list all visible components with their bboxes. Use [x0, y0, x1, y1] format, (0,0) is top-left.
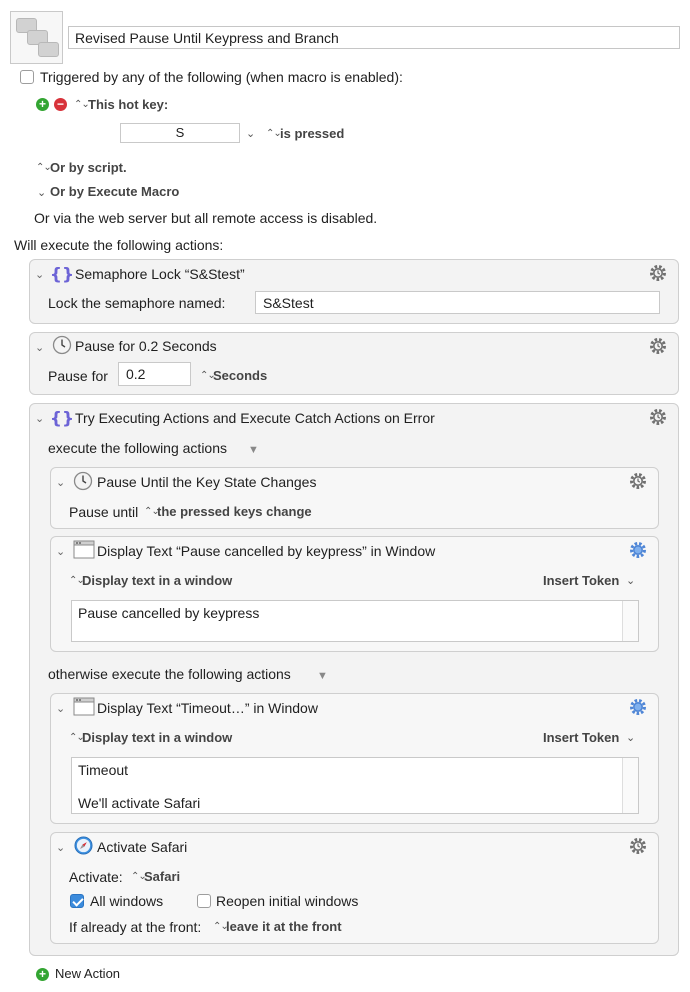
clock-icon [73, 471, 93, 491]
macro-icon[interactable] [10, 11, 63, 64]
collapse-chevron-icon[interactable]: ⌄ [35, 341, 44, 354]
actions-header: Will execute the following actions: [14, 237, 224, 253]
semaphore-name-input[interactable]: S&Stest [255, 291, 660, 314]
insert-token-button[interactable]: Insert Token [543, 573, 619, 588]
svg-text:{}: {} [52, 409, 72, 428]
display-timeout-title: Display Text “Timeout…” in Window [97, 700, 318, 716]
new-action-plus-icon[interactable]: + [36, 968, 49, 981]
gear-icon[interactable] [628, 471, 648, 491]
add-trigger-button[interactable]: + [36, 98, 49, 111]
pause-action-title: Pause for 0.2 Seconds [75, 338, 217, 354]
gear-icon[interactable] [628, 697, 648, 717]
gear-icon[interactable] [628, 540, 648, 560]
clock-icon [52, 335, 72, 355]
display-mode-select[interactable]: Display text in a window [82, 573, 232, 588]
macro-icon-square [38, 42, 59, 57]
triggers-enabled-checkbox[interactable] [20, 70, 34, 84]
remove-trigger-button[interactable]: − [54, 98, 67, 111]
triggers-header: Triggered by any of the following (when … [40, 69, 403, 85]
trigger-type-updown-icon[interactable]: ⌃⌄ [74, 99, 90, 110]
display-text-timeout-action[interactable]: ⌄ Display Text “Timeout…” in Window ⌃⌄ D… [50, 693, 659, 824]
pause-until-condition-select[interactable]: the pressed keys change [157, 504, 312, 519]
insert-token-chevron-icon[interactable]: ⌄ [626, 731, 635, 744]
gear-icon[interactable] [648, 263, 668, 283]
activate-app-select[interactable]: Safari [144, 869, 180, 884]
display-text-cancelled-action[interactable]: ⌄ Display Text “Pause cancelled by keypr… [50, 536, 659, 652]
display-text-area[interactable]: Timeout We'll activate Safari [71, 757, 639, 814]
reopen-windows-checkbox[interactable] [197, 894, 211, 908]
web-server-note: Or via the web server but all remote acc… [34, 210, 378, 226]
execute-actions-label: execute the following actions [48, 440, 227, 456]
all-windows-label: All windows [90, 893, 164, 909]
activate-label: Activate: [69, 869, 123, 885]
display-mode-select[interactable]: Display text in a window [82, 730, 232, 745]
or-execute-macro-chevron-icon[interactable]: ⌄ [37, 186, 46, 199]
display-text-area[interactable]: Pause cancelled by keypress [71, 600, 639, 642]
already-front-label: If already at the front: [69, 919, 202, 935]
collapse-chevron-icon[interactable]: ⌄ [56, 545, 65, 558]
safari-compass-icon [74, 836, 93, 855]
semaphore-lock-action[interactable]: ⌄ {} Semaphore Lock “S&Stest” Lock the s… [29, 259, 679, 324]
otherwise-actions-disclosure-icon[interactable]: ▼ [317, 670, 328, 682]
insert-token-chevron-icon[interactable]: ⌄ [626, 574, 635, 587]
gear-icon[interactable] [648, 336, 668, 356]
hotkey-state-select[interactable]: is pressed [280, 126, 344, 141]
text-area-scrollbar[interactable] [622, 758, 638, 813]
or-by-script-label[interactable]: Or by script. [50, 160, 127, 175]
new-action-button[interactable]: New Action [55, 966, 120, 981]
reopen-windows-label: Reopen initial windows [216, 893, 359, 909]
pause-until-title: Pause Until the Key State Changes [97, 474, 317, 490]
gear-icon[interactable] [628, 836, 648, 856]
or-by-execute-macro-label[interactable]: Or by Execute Macro [50, 184, 179, 199]
display-cancelled-title: Display Text “Pause cancelled by keypres… [97, 543, 436, 559]
window-icon [73, 697, 95, 716]
display-text-line: Timeout [78, 762, 129, 778]
pause-for-label: Pause for [48, 368, 108, 384]
hotkey-trigger-label[interactable]: This hot key: [88, 97, 168, 112]
macro-name-field[interactable]: Revised Pause Until Keypress and Branch [68, 26, 680, 49]
pause-duration-input[interactable]: 0.2 [118, 362, 191, 386]
collapse-chevron-icon[interactable]: ⌄ [35, 268, 44, 281]
pause-action[interactable]: ⌄ Pause for 0.2 Seconds Pause for 0.2 ⌃⌄… [29, 332, 679, 395]
insert-token-button[interactable]: Insert Token [543, 730, 619, 745]
window-icon [73, 540, 95, 559]
or-script-updown-icon[interactable]: ⌃⌄ [36, 162, 52, 173]
semaphore-field-label: Lock the semaphore named: [48, 295, 226, 311]
otherwise-actions-label: otherwise execute the following actions [48, 666, 291, 682]
try-action-title: Try Executing Actions and Execute Catch … [75, 410, 435, 426]
activate-safari-title: Activate Safari [97, 839, 188, 855]
braces-icon: {} [52, 409, 72, 428]
display-text-line: Pause cancelled by keypress [78, 605, 260, 621]
pause-until-action[interactable]: ⌄ Pause Until the Key State Changes Paus… [50, 467, 659, 529]
display-text-line: We'll activate Safari [78, 795, 201, 811]
try-catch-action[interactable]: ⌄ {} Try Executing Actions and Execute C… [29, 403, 679, 956]
text-area-scrollbar[interactable] [622, 601, 638, 641]
collapse-chevron-icon[interactable]: ⌄ [56, 841, 65, 854]
collapse-chevron-icon[interactable]: ⌄ [35, 412, 44, 425]
pause-until-label: Pause until [69, 504, 139, 520]
execute-actions-disclosure-icon[interactable]: ▼ [248, 444, 259, 456]
pause-unit-select[interactable]: Seconds [213, 368, 267, 383]
collapse-chevron-icon[interactable]: ⌄ [56, 702, 65, 715]
all-windows-checkbox[interactable] [70, 894, 84, 908]
gear-icon[interactable] [648, 407, 668, 427]
hotkey-state-updown-icon[interactable]: ⌃⌄ [266, 128, 282, 139]
already-front-select[interactable]: leave it at the front [226, 919, 342, 934]
activate-safari-action[interactable]: ⌄ Activate Safari Activate: ⌃⌄ Safari Al… [50, 832, 659, 944]
braces-icon: {} [52, 265, 72, 284]
svg-text:{}: {} [52, 265, 72, 284]
hotkey-field[interactable]: S [120, 123, 240, 143]
semaphore-action-title: Semaphore Lock “S&Stest” [75, 266, 245, 282]
hotkey-dropdown-chevron-icon[interactable]: ⌄ [246, 127, 255, 140]
collapse-chevron-icon[interactable]: ⌄ [56, 476, 65, 489]
